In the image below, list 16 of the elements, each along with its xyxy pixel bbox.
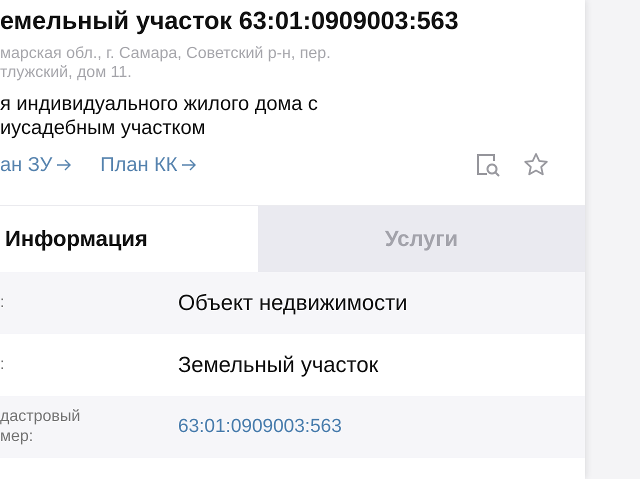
arrow-icon [181, 159, 198, 171]
field-label: : [0, 355, 6, 375]
tab[interactable]: Услуги [258, 206, 585, 272]
object-title: емельный участок 63:01:0909003:563 [0, 6, 460, 37]
arrow-icon [56, 159, 72, 171]
plan-link[interactable]: План КК [100, 154, 198, 176]
field-label: : [0, 293, 6, 313]
field-value: Земельный участок [178, 352, 378, 378]
object-description: я индивидуального жилого дома с иусадебным участком [0, 92, 319, 140]
star-icon[interactable] [523, 152, 549, 178]
document-search-icon[interactable] [475, 152, 501, 178]
object-address: марская обл., г. Самара, Советский р-н, пер. тлужский, дом 11. [0, 44, 332, 82]
field-value: Объект недвижимости [178, 290, 408, 316]
cadastral-number-link[interactable]: 63:01:0909003:563 [178, 416, 342, 438]
plan-link[interactable]: ан ЗУ [0, 154, 72, 176]
field-label: дастровый мер: [0, 407, 82, 447]
